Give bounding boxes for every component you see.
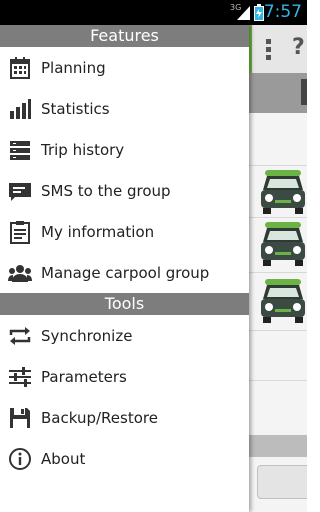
menu-item-parameters[interactable]: Parameters — [0, 356, 249, 397]
save-icon — [8, 406, 32, 430]
menu-item-label: SMS to the group — [41, 181, 171, 200]
menu-item-label: Statistics — [41, 99, 110, 118]
menu-item-statistics[interactable]: Statistics — [0, 88, 249, 129]
menu-item-my-information[interactable]: My information — [0, 211, 249, 252]
menu-item-manage-carpool-group[interactable]: Manage carpool group — [0, 252, 249, 293]
menu-item-trip-history[interactable]: Trip history — [0, 129, 249, 170]
battery-icon — [254, 4, 264, 21]
menu-item-label: Backup/Restore — [41, 408, 158, 427]
overflow-menu-icon[interactable] — [266, 39, 271, 61]
menu-item-backup-restore[interactable]: Backup/Restore — [0, 397, 249, 438]
list-icon — [8, 138, 32, 162]
row-divider — [249, 330, 307, 331]
menu-item-label: Synchronize — [41, 326, 133, 345]
bottom-button[interactable] — [257, 465, 307, 499]
status-bar: 3G 7:57 — [0, 0, 307, 25]
menu-item-label: Manage carpool group — [41, 263, 210, 282]
info-icon — [8, 447, 32, 471]
bar-chart-icon — [8, 97, 32, 121]
row-divider — [249, 380, 307, 381]
menu-item-about[interactable]: About — [0, 438, 249, 479]
group-icon — [8, 261, 32, 285]
car-icon[interactable] — [259, 277, 307, 323]
car-icon[interactable] — [259, 220, 307, 266]
menu-item-label: My information — [41, 222, 155, 241]
menu-item-label: About — [41, 449, 86, 468]
clock: 7:57 — [263, 2, 302, 22]
calendar-icon — [8, 56, 32, 80]
car-icon[interactable] — [259, 168, 307, 214]
menu-item-label: Planning — [41, 58, 106, 77]
menu-item-label: Parameters — [41, 367, 127, 386]
menu-item-planning[interactable]: Planning — [0, 47, 249, 88]
menu-item-label: Trip history — [41, 140, 125, 159]
row-divider — [249, 217, 307, 218]
row-divider — [249, 165, 307, 166]
section-header-tools: Tools — [0, 293, 249, 315]
clipboard-icon — [8, 220, 32, 244]
menu-item-sms-group[interactable]: SMS to the group — [0, 170, 249, 211]
navigation-drawer: Features Planning Statistics Trip histor… — [0, 25, 249, 512]
menu-item-synchronize[interactable]: Synchronize — [0, 315, 249, 356]
main-screen: ? — [249, 25, 307, 512]
section-header-features: Features — [0, 25, 249, 47]
sync-icon — [8, 324, 32, 348]
sliders-icon — [8, 365, 32, 389]
message-icon — [8, 179, 32, 203]
action-bar: ? — [249, 25, 307, 73]
footer-band — [249, 435, 307, 457]
date-band — [249, 73, 307, 113]
help-icon[interactable]: ? — [292, 35, 305, 60]
row-divider — [249, 272, 307, 273]
signal-icon — [237, 6, 250, 20]
